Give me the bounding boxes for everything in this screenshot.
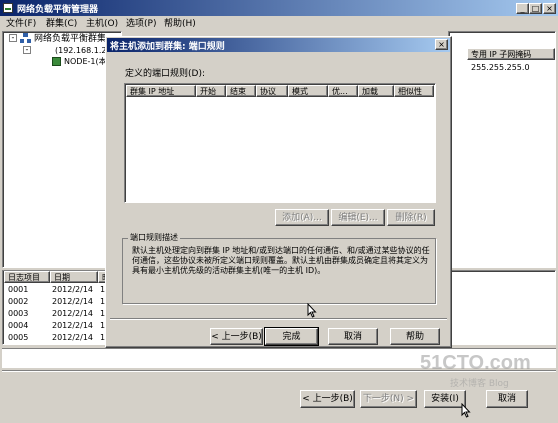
dialog-title: 将主机添加到群集: 端口规则 <box>110 42 225 52</box>
col-start-header[interactable]: 开始 <box>196 85 226 97</box>
col-priority-header[interactable]: 优... <box>328 85 358 97</box>
dialog-cancel-button[interactable]: 取消 <box>328 328 378 345</box>
menu-help[interactable]: 帮助(H) <box>164 18 196 30</box>
main-install-button[interactable]: 安装(I) <box>424 390 466 408</box>
main-back-button[interactable]: < 上一步(B) <box>300 390 355 408</box>
rule-description-text: 默认主机处理定向到群集 IP 地址和/或到达端口的任何通信、和/或通过某些协议的… <box>132 246 430 275</box>
tree-expand-cluster-icon[interactable]: - <box>23 46 31 54</box>
dialog-close-icon[interactable]: × <box>435 39 448 50</box>
log-row-2-id: 0002 <box>8 297 29 306</box>
dialog-help-button[interactable]: 帮助 <box>390 328 440 345</box>
dialog-back-button[interactable]: < 上一步(B) <box>210 328 263 345</box>
menu-cluster[interactable]: 群集(C) <box>46 18 77 30</box>
col-protocol-header[interactable]: 协议 <box>256 85 288 97</box>
maximize-icon[interactable]: □ <box>529 3 542 14</box>
menu-options[interactable]: 选项(P) <box>126 18 156 30</box>
log-row-1-id: 0001 <box>8 285 29 294</box>
main-next-button[interactable]: 下一步(N) > <box>360 390 417 408</box>
rule-description-legend: 端口规则描述 <box>128 232 180 244</box>
watermark-main-text: 51CTO.com <box>420 352 531 374</box>
port-rules-list[interactable] <box>124 83 436 203</box>
minimize-icon[interactable]: _ <box>516 3 529 14</box>
log-row-3-id: 0003 <box>8 309 29 318</box>
host-node-icon <box>52 57 61 66</box>
col-cluster-ip-header[interactable]: 群集 IP 地址 <box>126 85 196 97</box>
main-window-title: 网络负载平衡管理器 <box>17 5 99 15</box>
main-title-bar[interactable]: 网络负载平衡管理器 _ □ × <box>0 0 558 16</box>
log-row-4-id: 0004 <box>8 321 29 330</box>
tree-root-label[interactable]: 网络负载平衡群集 <box>34 33 106 45</box>
cluster-network-icon <box>20 33 31 43</box>
log-col-entry-header[interactable]: 日志项目 <box>4 271 50 283</box>
menu-host[interactable]: 主机(O) <box>86 18 118 30</box>
watermark-logo: 51CTO.com 技术博客 Blog <box>420 352 552 390</box>
add-rule-button[interactable]: 添加(A)... <box>275 209 329 226</box>
subnet-mask-column-header[interactable]: 专用 IP 子网掩码 <box>467 48 555 60</box>
col-load-header[interactable]: 加载 <box>358 85 394 97</box>
col-affinity-header[interactable]: 相似性 <box>394 85 434 97</box>
edit-rule-button[interactable]: 编辑(E)... <box>331 209 385 226</box>
main-cancel-button[interactable]: 取消 <box>486 390 528 408</box>
mouse-pointer-icon-2 <box>461 403 471 418</box>
log-row-2-date: 2012/2/14 <box>52 297 94 306</box>
log-row-3-date: 2012/2/14 <box>52 309 94 318</box>
watermark-sub-text: 技术博客 Blog <box>450 379 509 389</box>
app-icon <box>3 3 13 13</box>
log-row-1-date: 2012/2/14 <box>52 285 94 294</box>
log-row-5-id: 0005 <box>8 333 29 342</box>
port-rules-label: 定义的端口规则(D): <box>125 69 205 79</box>
dialog-finish-button[interactable]: 完成 <box>264 327 319 346</box>
col-end-header[interactable]: 结束 <box>226 85 256 97</box>
log-col-date-header[interactable]: 日期 <box>50 271 98 283</box>
delete-rule-button[interactable]: 删除(R) <box>387 209 435 226</box>
mouse-pointer-icon <box>307 303 317 318</box>
subnet-mask-value: 255.255.255.0 <box>471 63 530 72</box>
log-row-5-date: 2012/2/14 <box>52 333 94 342</box>
menu-file[interactable]: 文件(F) <box>6 18 36 30</box>
col-mode-header[interactable]: 模式 <box>288 85 328 97</box>
close-icon[interactable]: × <box>543 3 556 14</box>
tree-expand-root-icon[interactable]: - <box>9 34 17 42</box>
log-row-4-date: 2012/2/14 <box>52 321 94 330</box>
dialog-separator-light <box>110 319 447 320</box>
